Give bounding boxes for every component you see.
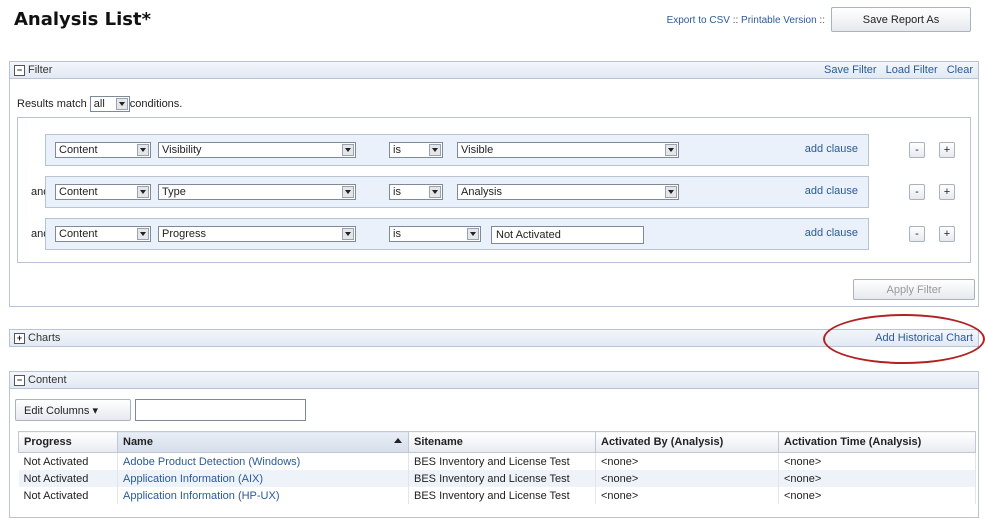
clause-operator-select[interactable]: is bbox=[389, 142, 443, 158]
remove-clause-button[interactable]: - bbox=[909, 142, 925, 158]
edit-columns-button[interactable]: Edit Columns ▾ bbox=[15, 399, 131, 421]
cell-activation-time: <none> bbox=[778, 452, 976, 470]
collapse-icon[interactable]: − bbox=[14, 65, 25, 76]
printable-version-link[interactable]: Printable Version bbox=[741, 15, 817, 26]
chevron-down-icon bbox=[342, 144, 354, 156]
add-clause-link[interactable]: add clause bbox=[805, 143, 858, 155]
clause-field-select[interactable]: Type bbox=[158, 184, 356, 200]
add-clause-button[interactable]: + bbox=[939, 226, 955, 242]
clause-value-input[interactable]: Not Activated bbox=[491, 226, 644, 244]
column-header-activation-time[interactable]: Activation Time (Analysis) bbox=[778, 431, 976, 453]
table-row[interactable]: Not Activated Application Information (H… bbox=[18, 487, 976, 504]
expand-icon[interactable]: + bbox=[14, 333, 25, 344]
apply-filter-button[interactable]: Apply Filter bbox=[853, 279, 975, 300]
chevron-down-icon bbox=[665, 186, 677, 198]
column-header-progress[interactable]: Progress bbox=[18, 431, 118, 453]
clause-value-select[interactable]: Analysis bbox=[457, 184, 679, 200]
clause-source-select[interactable]: Content bbox=[55, 142, 151, 158]
clear-filter-link[interactable]: Clear bbox=[947, 64, 973, 76]
remove-clause-button[interactable]: - bbox=[909, 226, 925, 242]
column-search-input[interactable] bbox=[135, 399, 306, 421]
table-header-row: Progress Name Sitename Activated By (Ana… bbox=[18, 431, 976, 453]
cell-progress: Not Activated bbox=[18, 487, 118, 504]
filter-clause: Content Visibility is Visible add clause bbox=[45, 134, 869, 166]
remove-clause-button[interactable]: - bbox=[909, 184, 925, 200]
content-panel-header[interactable]: − Content bbox=[9, 371, 979, 389]
chevron-down-icon bbox=[137, 186, 149, 198]
filter-clause: Content Type is Analysis add clause bbox=[45, 176, 869, 208]
chevron-down-icon bbox=[137, 144, 149, 156]
match-mode-select[interactable]: all bbox=[89, 96, 130, 112]
load-filter-link[interactable]: Load Filter bbox=[886, 64, 938, 76]
cell-activated-by: <none> bbox=[595, 470, 779, 487]
cell-sitename: BES Inventory and License Test bbox=[408, 470, 596, 487]
clause-operator-select[interactable]: is bbox=[389, 226, 481, 242]
cell-activation-time: <none> bbox=[778, 487, 976, 504]
cell-activated-by: <none> bbox=[595, 452, 779, 470]
chevron-down-icon bbox=[115, 98, 128, 110]
cell-sitename: BES Inventory and License Test bbox=[408, 487, 596, 504]
match-row: Results match all conditions. bbox=[17, 96, 182, 112]
chevron-down-icon bbox=[342, 228, 354, 240]
table-row[interactable]: Not Activated Adobe Product Detection (W… bbox=[18, 452, 976, 470]
column-header-activated-by[interactable]: Activated By (Analysis) bbox=[595, 431, 779, 453]
cell-name[interactable]: Application Information (HP-UX) bbox=[117, 487, 409, 504]
chevron-down-icon bbox=[467, 228, 479, 240]
charts-panel-label: Charts bbox=[28, 332, 61, 344]
column-header-name[interactable]: Name bbox=[117, 431, 409, 453]
top-links: Export to CSV :: Printable Version :: bbox=[667, 15, 825, 26]
separator: :: bbox=[729, 15, 742, 26]
add-clause-link[interactable]: add clause bbox=[805, 185, 858, 197]
chevron-down-icon bbox=[342, 186, 354, 198]
clause-field-select[interactable]: Visibility bbox=[158, 142, 356, 158]
cell-sitename: BES Inventory and License Test bbox=[408, 452, 596, 470]
sort-ascending-icon bbox=[394, 438, 402, 443]
chevron-down-icon bbox=[665, 144, 677, 156]
cell-name[interactable]: Adobe Product Detection (Windows) bbox=[117, 452, 409, 470]
add-clause-button[interactable]: + bbox=[939, 142, 955, 158]
content-panel-label: Content bbox=[28, 374, 67, 386]
column-header-sitename[interactable]: Sitename bbox=[408, 431, 596, 453]
match-prefix-label: Results match bbox=[17, 97, 87, 110]
page-title: Analysis List* bbox=[14, 9, 152, 30]
cell-activated-by: <none> bbox=[595, 487, 779, 504]
filter-clause: Content Progress is Not Activated add cl… bbox=[45, 218, 869, 250]
add-clause-button[interactable]: + bbox=[939, 184, 955, 200]
clause-source-select[interactable]: Content bbox=[55, 226, 151, 242]
cell-activation-time: <none> bbox=[778, 470, 976, 487]
collapse-icon[interactable]: − bbox=[14, 375, 25, 386]
export-csv-link[interactable]: Export to CSV bbox=[667, 15, 730, 26]
save-filter-link[interactable]: Save Filter bbox=[824, 64, 877, 76]
cell-progress: Not Activated bbox=[18, 452, 118, 470]
separator: :: bbox=[816, 15, 825, 26]
cell-name[interactable]: Application Information (AIX) bbox=[117, 470, 409, 487]
cell-progress: Not Activated bbox=[18, 470, 118, 487]
clause-source-select[interactable]: Content bbox=[55, 184, 151, 200]
chevron-down-icon bbox=[137, 228, 149, 240]
match-suffix-label: conditions. bbox=[129, 97, 183, 110]
chevron-down-icon bbox=[429, 144, 441, 156]
filter-panel-header[interactable]: − Filter Save Filter Load Filter Clear bbox=[9, 61, 979, 79]
table-row[interactable]: Not Activated Application Information (A… bbox=[18, 470, 976, 487]
chevron-down-icon bbox=[429, 186, 441, 198]
add-clause-link[interactable]: add clause bbox=[805, 227, 858, 239]
save-report-button[interactable]: Save Report As bbox=[831, 7, 971, 32]
highlight-circle bbox=[823, 314, 985, 364]
filter-panel-label: Filter bbox=[28, 64, 53, 76]
analysis-table: Progress Name Sitename Activated By (Ana… bbox=[18, 431, 976, 504]
clause-value-select[interactable]: Visible bbox=[457, 142, 679, 158]
clause-field-select[interactable]: Progress bbox=[158, 226, 356, 242]
clause-operator-select[interactable]: is bbox=[389, 184, 443, 200]
